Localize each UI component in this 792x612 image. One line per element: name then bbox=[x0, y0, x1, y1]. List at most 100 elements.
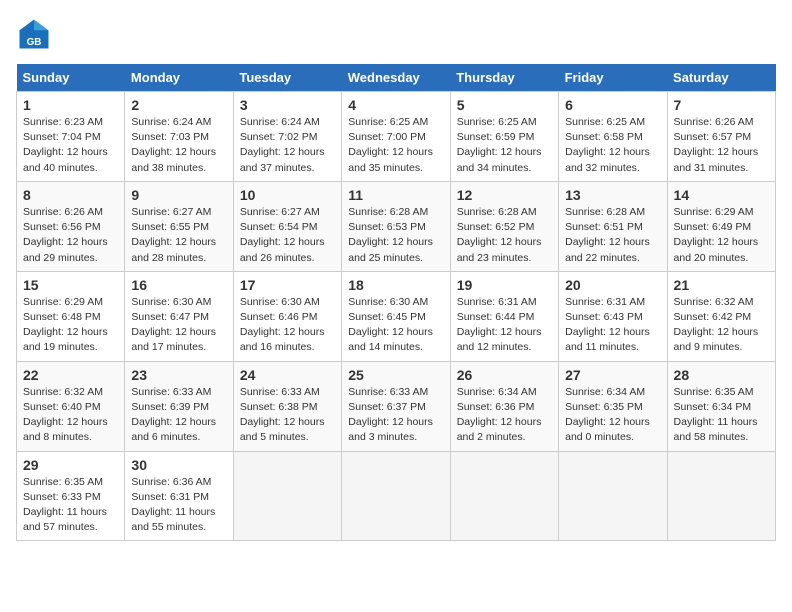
day-info: Sunrise: 6:25 AMSunset: 7:00 PMDaylight:… bbox=[348, 115, 443, 176]
day-info: Sunrise: 6:33 AMSunset: 6:37 PMDaylight:… bbox=[348, 385, 443, 446]
col-header-monday: Monday bbox=[125, 64, 233, 92]
logo: GB bbox=[16, 16, 58, 52]
day-number: 29 bbox=[23, 457, 118, 473]
calendar-table: SundayMondayTuesdayWednesdayThursdayFrid… bbox=[16, 64, 776, 541]
day-number: 2 bbox=[131, 97, 226, 113]
calendar-cell: 21 Sunrise: 6:32 AMSunset: 6:42 PMDayligh… bbox=[667, 271, 775, 361]
svg-text:GB: GB bbox=[27, 37, 42, 48]
day-info: Sunrise: 6:27 AMSunset: 6:55 PMDaylight:… bbox=[131, 205, 226, 266]
calendar-cell: 5Sunrise: 6:25 AMSunset: 6:59 PMDaylight… bbox=[450, 92, 558, 182]
calendar-cell: 16Sunrise: 6:30 AMSunset: 6:47 PMDayligh… bbox=[125, 271, 233, 361]
day-info: Sunrise: 6:31 AMSunset: 6:44 PMDaylight:… bbox=[457, 295, 552, 356]
day-number: 8 bbox=[23, 187, 118, 203]
calendar-cell bbox=[667, 451, 775, 541]
day-number: 22 bbox=[23, 367, 118, 383]
calendar-cell bbox=[559, 451, 667, 541]
calendar-cell: 25 Sunrise: 6:33 AMSunset: 6:37 PMDayligh… bbox=[342, 361, 450, 451]
col-header-wednesday: Wednesday bbox=[342, 64, 450, 92]
calendar-cell: 29 Sunrise: 6:35 AMSunset: 6:33 PMDayligh… bbox=[17, 451, 125, 541]
day-info: Sunrise: 6:35 AMSunset: 6:34 PMDaylight:… bbox=[674, 385, 769, 446]
calendar-cell: 7Sunrise: 6:26 AMSunset: 6:57 PMDaylight… bbox=[667, 92, 775, 182]
calendar-cell bbox=[233, 451, 341, 541]
calendar-cell: 17Sunrise: 6:30 AMSunset: 6:46 PMDayligh… bbox=[233, 271, 341, 361]
col-header-saturday: Saturday bbox=[667, 64, 775, 92]
day-info: Sunrise: 6:28 AMSunset: 6:51 PMDaylight:… bbox=[565, 205, 660, 266]
calendar-cell: 24Sunrise: 6:33 AMSunset: 6:38 PMDayligh… bbox=[233, 361, 341, 451]
calendar-cell: 1 Sunrise: 6:23 AMSunset: 7:04 PMDaylight… bbox=[17, 92, 125, 182]
week-row: 15 Sunrise: 6:29 AMSunset: 6:48 PMDayligh… bbox=[17, 271, 776, 361]
calendar-cell: 14 Sunrise: 6:29 AMSunset: 6:49 PMDayligh… bbox=[667, 181, 775, 271]
col-header-friday: Friday bbox=[559, 64, 667, 92]
day-number: 25 bbox=[348, 367, 443, 383]
col-header-tuesday: Tuesday bbox=[233, 64, 341, 92]
day-number: 17 bbox=[240, 277, 335, 293]
calendar-cell bbox=[450, 451, 558, 541]
calendar-cell: 2 Sunrise: 6:24 AMSunset: 7:03 PMDaylight… bbox=[125, 92, 233, 182]
calendar-cell: 22 Sunrise: 6:32 AMSunset: 6:40 PMDayligh… bbox=[17, 361, 125, 451]
calendar-cell: 23 Sunrise: 6:33 AMSunset: 6:39 PMDayligh… bbox=[125, 361, 233, 451]
day-number: 3 bbox=[240, 97, 335, 113]
day-number: 26 bbox=[457, 367, 552, 383]
day-number: 14 bbox=[674, 187, 769, 203]
calendar-cell: 4 Sunrise: 6:25 AMSunset: 7:00 PMDaylight… bbox=[342, 92, 450, 182]
day-info: Sunrise: 6:33 AMSunset: 6:38 PMDaylight:… bbox=[240, 385, 335, 446]
day-number: 19 bbox=[457, 277, 552, 293]
day-number: 1 bbox=[23, 97, 118, 113]
week-row: 29 Sunrise: 6:35 AMSunset: 6:33 PMDayligh… bbox=[17, 451, 776, 541]
day-info: Sunrise: 6:24 AMSunset: 7:03 PMDaylight:… bbox=[131, 115, 226, 176]
week-row: 1 Sunrise: 6:23 AMSunset: 7:04 PMDaylight… bbox=[17, 92, 776, 182]
calendar-cell: 18Sunrise: 6:30 AMSunset: 6:45 PMDayligh… bbox=[342, 271, 450, 361]
day-info: Sunrise: 6:32 AMSunset: 6:42 PMDaylight:… bbox=[674, 295, 769, 356]
day-info: Sunrise: 6:29 AMSunset: 6:49 PMDaylight:… bbox=[674, 205, 769, 266]
day-info: Sunrise: 6:34 AMSunset: 6:36 PMDaylight:… bbox=[457, 385, 552, 446]
calendar-cell: 9 Sunrise: 6:27 AMSunset: 6:55 PMDaylight… bbox=[125, 181, 233, 271]
day-info: Sunrise: 6:28 AMSunset: 6:52 PMDaylight:… bbox=[457, 205, 552, 266]
day-number: 23 bbox=[131, 367, 226, 383]
day-info: Sunrise: 6:27 AMSunset: 6:54 PMDaylight:… bbox=[240, 205, 335, 266]
day-info: Sunrise: 6:34 AMSunset: 6:35 PMDaylight:… bbox=[565, 385, 660, 446]
week-row: 8 Sunrise: 6:26 AMSunset: 6:56 PMDaylight… bbox=[17, 181, 776, 271]
day-info: Sunrise: 6:23 AMSunset: 7:04 PMDaylight:… bbox=[23, 115, 118, 176]
day-info: Sunrise: 6:25 AMSunset: 6:58 PMDaylight:… bbox=[565, 115, 660, 176]
calendar-cell: 26 Sunrise: 6:34 AMSunset: 6:36 PMDayligh… bbox=[450, 361, 558, 451]
calendar-cell: 20 Sunrise: 6:31 AMSunset: 6:43 PMDayligh… bbox=[559, 271, 667, 361]
day-number: 15 bbox=[23, 277, 118, 293]
day-number: 4 bbox=[348, 97, 443, 113]
day-info: Sunrise: 6:30 AMSunset: 6:47 PMDaylight:… bbox=[131, 295, 226, 356]
col-header-sunday: Sunday bbox=[17, 64, 125, 92]
calendar-cell: 19 Sunrise: 6:31 AMSunset: 6:44 PMDayligh… bbox=[450, 271, 558, 361]
calendar-cell: 27 Sunrise: 6:34 AMSunset: 6:35 PMDayligh… bbox=[559, 361, 667, 451]
day-info: Sunrise: 6:32 AMSunset: 6:40 PMDaylight:… bbox=[23, 385, 118, 446]
day-info: Sunrise: 6:31 AMSunset: 6:43 PMDaylight:… bbox=[565, 295, 660, 356]
day-number: 18 bbox=[348, 277, 443, 293]
calendar-cell: 3 Sunrise: 6:24 AMSunset: 7:02 PMDaylight… bbox=[233, 92, 341, 182]
calendar-cell bbox=[342, 451, 450, 541]
day-info: Sunrise: 6:29 AMSunset: 6:48 PMDaylight:… bbox=[23, 295, 118, 356]
day-info: Sunrise: 6:24 AMSunset: 7:02 PMDaylight:… bbox=[240, 115, 335, 176]
day-info: Sunrise: 6:35 AMSunset: 6:33 PMDaylight:… bbox=[23, 475, 118, 536]
day-info: Sunrise: 6:33 AMSunset: 6:39 PMDaylight:… bbox=[131, 385, 226, 446]
calendar-cell: 8 Sunrise: 6:26 AMSunset: 6:56 PMDaylight… bbox=[17, 181, 125, 271]
day-number: 20 bbox=[565, 277, 660, 293]
calendar-cell: 6 Sunrise: 6:25 AMSunset: 6:58 PMDaylight… bbox=[559, 92, 667, 182]
day-info: Sunrise: 6:28 AMSunset: 6:53 PMDaylight:… bbox=[348, 205, 443, 266]
day-number: 11 bbox=[348, 187, 443, 203]
day-number: 28 bbox=[674, 367, 769, 383]
day-number: 30 bbox=[131, 457, 226, 473]
page-header: GB bbox=[16, 16, 776, 52]
calendar-cell: 10 Sunrise: 6:27 AMSunset: 6:54 PMDayligh… bbox=[233, 181, 341, 271]
day-number: 10 bbox=[240, 187, 335, 203]
day-number: 9 bbox=[131, 187, 226, 203]
calendar-cell: 12Sunrise: 6:28 AMSunset: 6:52 PMDayligh… bbox=[450, 181, 558, 271]
day-info: Sunrise: 6:26 AMSunset: 6:57 PMDaylight:… bbox=[674, 115, 769, 176]
day-number: 13 bbox=[565, 187, 660, 203]
day-number: 27 bbox=[565, 367, 660, 383]
day-number: 21 bbox=[674, 277, 769, 293]
day-info: Sunrise: 6:25 AMSunset: 6:59 PMDaylight:… bbox=[457, 115, 552, 176]
calendar-cell: 30Sunrise: 6:36 AMSunset: 6:31 PMDayligh… bbox=[125, 451, 233, 541]
calendar-cell: 15 Sunrise: 6:29 AMSunset: 6:48 PMDayligh… bbox=[17, 271, 125, 361]
day-info: Sunrise: 6:26 AMSunset: 6:56 PMDaylight:… bbox=[23, 205, 118, 266]
day-number: 6 bbox=[565, 97, 660, 113]
header-row: SundayMondayTuesdayWednesdayThursdayFrid… bbox=[17, 64, 776, 92]
calendar-cell: 11 Sunrise: 6:28 AMSunset: 6:53 PMDayligh… bbox=[342, 181, 450, 271]
